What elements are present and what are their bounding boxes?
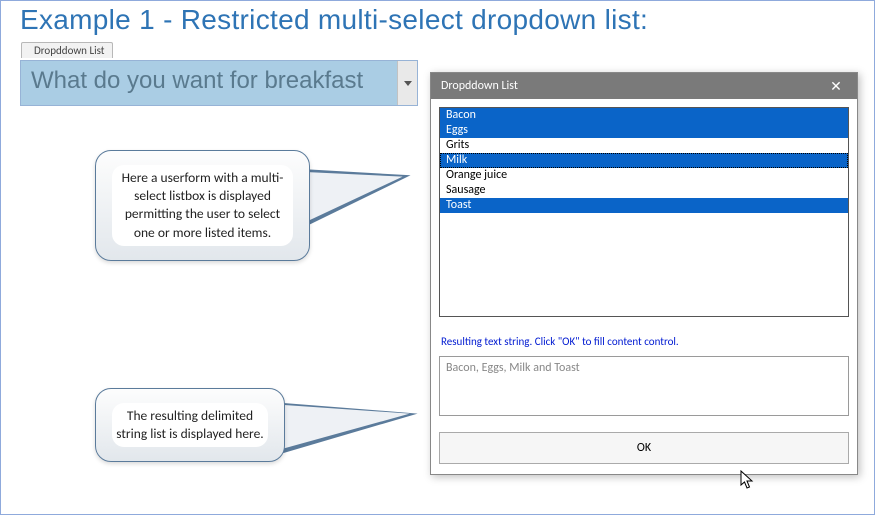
list-item[interactable]: Toast bbox=[440, 198, 848, 213]
page-title: Example 1 - Restricted multi-select drop… bbox=[20, 4, 648, 36]
ok-button-label: OK bbox=[444, 439, 844, 457]
chevron-down-icon bbox=[404, 81, 412, 86]
callout-result-note: The resulting delimited string list is d… bbox=[95, 388, 285, 462]
list-item[interactable]: Grits bbox=[440, 138, 848, 153]
dropdown-dialog: Dropddown List ✕ BaconEggsGritsMilkOrang… bbox=[430, 72, 858, 475]
list-item[interactable]: Eggs bbox=[440, 123, 848, 138]
close-button[interactable]: ✕ bbox=[821, 78, 851, 95]
result-textbox[interactable]: Bacon, Eggs, Milk and Toast bbox=[439, 356, 849, 416]
callout-tail bbox=[298, 161, 407, 224]
callout-tail bbox=[275, 400, 411, 451]
multiselect-listbox[interactable]: BaconEggsGritsMilkOrange juiceSausageToa… bbox=[439, 107, 849, 317]
hint-text: Resulting text string. Click "OK" to fil… bbox=[441, 335, 847, 348]
callout-text: Here a userform with a multi-select list… bbox=[112, 165, 293, 246]
callout-listbox-note: Here a userform with a multi-select list… bbox=[95, 150, 310, 261]
list-item[interactable]: Sausage bbox=[440, 183, 848, 198]
list-item[interactable]: Orange juice bbox=[440, 168, 848, 183]
content-control-tab: Dropddown List bbox=[21, 42, 113, 58]
list-item[interactable]: Bacon bbox=[440, 108, 848, 123]
dropdown-toggle-button[interactable] bbox=[397, 61, 417, 105]
dialog-titlebar[interactable]: Dropddown List ✕ bbox=[431, 73, 857, 99]
callout-text: The resulting delimited string list is d… bbox=[112, 403, 268, 447]
content-control-text: What do you want for breakfast bbox=[21, 61, 397, 105]
ok-button[interactable]: OK bbox=[439, 432, 849, 464]
dialog-title: Dropddown List bbox=[441, 79, 518, 93]
content-control-dropdown[interactable]: ⋮⋮ Dropddown List What do you want for b… bbox=[20, 60, 418, 106]
list-item[interactable]: Milk bbox=[440, 153, 848, 168]
